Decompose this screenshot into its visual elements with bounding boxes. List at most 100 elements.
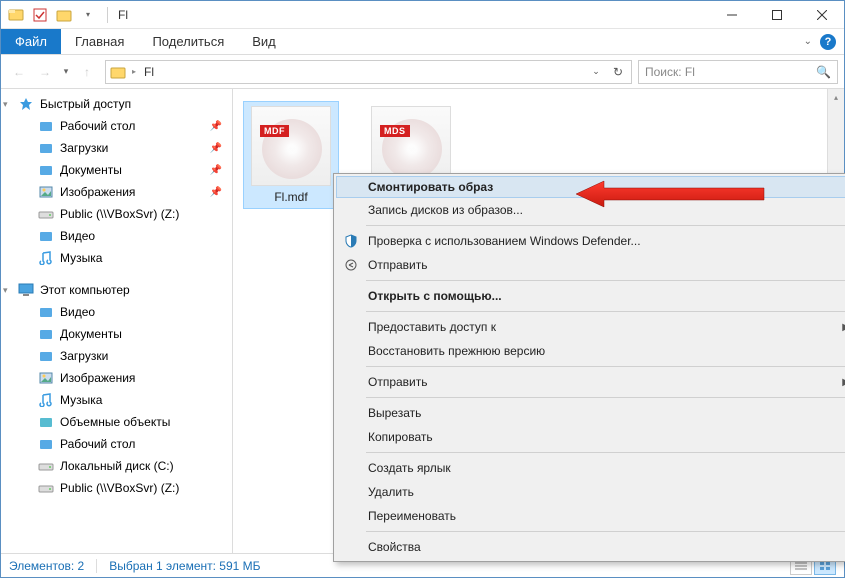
nav-forward-button[interactable]: →	[33, 60, 57, 84]
file-badge: MDS	[380, 125, 410, 137]
documents-icon	[37, 326, 55, 342]
search-placeholder: Поиск: Fl	[645, 65, 695, 79]
tree-item[interactable]: Локальный диск (C:)	[1, 455, 232, 477]
nav-up-button[interactable]: ↑	[75, 60, 99, 84]
context-menu: Смонтировать образЗапись дисков из образ…	[333, 173, 845, 562]
menu-separator	[366, 452, 845, 453]
tree-this-pc[interactable]: ▾ Этот компьютер	[1, 279, 232, 301]
address-bar[interactable]: ▸ Fl ⌄ ↻	[105, 60, 632, 84]
pc-icon	[17, 282, 35, 298]
netdrive-icon	[37, 480, 55, 496]
menu-item[interactable]: Удалить	[336, 480, 845, 504]
menu-separator	[366, 311, 845, 312]
tree-item[interactable]: Музыка	[1, 247, 232, 269]
tree-item[interactable]: Видео	[1, 225, 232, 247]
videos-icon	[37, 228, 55, 244]
qat-newfolder-icon[interactable]	[53, 4, 75, 26]
qat-properties-icon[interactable]	[29, 4, 51, 26]
tree-item[interactable]: Документы	[1, 323, 232, 345]
breadcrumb-separator[interactable]: ▸	[128, 67, 140, 76]
refresh-button[interactable]: ↻	[607, 61, 629, 83]
menu-item[interactable]: Запись дисков из образов...	[336, 198, 845, 222]
menu-item[interactable]: Отправить▶	[336, 370, 845, 394]
tree-item[interactable]: Изображения	[1, 367, 232, 389]
maximize-button[interactable]	[754, 1, 799, 29]
navigation-bar: ← → ▾ ↑ ▸ Fl ⌄ ↻ Поиск: Fl 🔍	[1, 55, 844, 89]
file-name-label: Fl.mdf	[248, 190, 334, 204]
menu-item[interactable]: Проверка с использованием Windows Defend…	[336, 229, 845, 253]
pin-icon: 📌	[210, 165, 222, 176]
share-icon	[342, 256, 360, 274]
ribbon-tabs: Файл Главная Поделиться Вид ⌄ ?	[1, 29, 844, 55]
downloads-icon	[37, 140, 55, 156]
menu-item[interactable]: Копировать	[336, 425, 845, 449]
ribbon-expand-icon[interactable]: ⌄	[804, 36, 812, 47]
quick-access-toolbar: ▾	[1, 4, 103, 26]
menu-item[interactable]: Предоставить доступ к▶	[336, 315, 845, 339]
status-item-count: Элементов: 2	[9, 559, 97, 573]
window-title: Fl	[112, 8, 128, 22]
desktop-icon	[37, 118, 55, 134]
menu-separator	[366, 366, 845, 367]
menu-item[interactable]: Создать ярлык	[336, 456, 845, 480]
minimize-button[interactable]	[709, 1, 754, 29]
status-selection: Выбран 1 элемент: 591 МБ	[109, 559, 272, 573]
titlebar: ▾ Fl	[1, 1, 844, 29]
address-folder-icon	[108, 63, 128, 81]
nav-history-dropdown[interactable]: ▾	[59, 60, 73, 84]
menu-item[interactable]: Свойства	[336, 535, 845, 559]
tree-item[interactable]: Рабочий стол	[1, 433, 232, 455]
tree-item[interactable]: Загрузки📌	[1, 137, 232, 159]
file-thumbnail: MDF	[251, 106, 331, 186]
music-icon	[37, 392, 55, 408]
tree-item[interactable]: Музыка	[1, 389, 232, 411]
tab-share[interactable]: Поделиться	[138, 29, 238, 54]
tree-item[interactable]: Public (\\VBoxSvr) (Z:)	[1, 477, 232, 499]
tab-view[interactable]: Вид	[238, 29, 290, 54]
menu-item[interactable]: Вырезать	[336, 401, 845, 425]
menu-separator	[366, 280, 845, 281]
pictures-icon	[37, 370, 55, 386]
menu-separator	[366, 225, 845, 226]
close-button[interactable]	[799, 1, 844, 29]
pictures-icon	[37, 184, 55, 200]
menu-item[interactable]: Отправить	[336, 253, 845, 277]
menu-item[interactable]: Переименовать	[336, 504, 845, 528]
address-dropdown-button[interactable]: ⌄	[585, 61, 607, 83]
menu-item[interactable]: Открыть с помощью...	[336, 284, 845, 308]
netdrive-icon	[37, 206, 55, 222]
menu-item[interactable]: Восстановить прежнюю версию	[336, 339, 845, 363]
nav-back-button[interactable]: ←	[7, 60, 31, 84]
tree-item[interactable]: Изображения📌	[1, 181, 232, 203]
window-controls	[709, 1, 844, 29]
search-icon: 🔍	[816, 65, 831, 79]
menu-separator	[366, 531, 845, 532]
shield-icon	[342, 232, 360, 250]
star-icon	[17, 96, 35, 112]
search-input[interactable]: Поиск: Fl 🔍	[638, 60, 838, 84]
music-icon	[37, 250, 55, 266]
tree-item[interactable]: Документы📌	[1, 159, 232, 181]
file-item[interactable]: MDF Fl.mdf	[243, 101, 339, 209]
drive-icon	[37, 458, 55, 474]
file-tab[interactable]: Файл	[1, 29, 61, 54]
menu-separator	[366, 397, 845, 398]
pin-icon: 📌	[210, 121, 222, 132]
menu-item[interactable]: Смонтировать образ	[336, 176, 845, 198]
tab-home[interactable]: Главная	[61, 29, 138, 54]
pin-icon: 📌	[210, 143, 222, 154]
breadcrumb-current[interactable]: Fl	[140, 65, 158, 79]
tree-item[interactable]: Объемные объекты	[1, 411, 232, 433]
help-icon[interactable]: ?	[820, 34, 836, 50]
documents-icon	[37, 162, 55, 178]
tree-item[interactable]: Public (\\VBoxSvr) (Z:)	[1, 203, 232, 225]
tree-item[interactable]: Рабочий стол📌	[1, 115, 232, 137]
tree-item[interactable]: Загрузки	[1, 345, 232, 367]
tree-item[interactable]: Видео	[1, 301, 232, 323]
navigation-tree[interactable]: ▾ Быстрый доступ Рабочий стол📌Загрузки📌Д…	[1, 89, 233, 553]
tree-quick-access[interactable]: ▾ Быстрый доступ	[1, 93, 232, 115]
file-badge: MDF	[260, 125, 289, 137]
scroll-up-button[interactable]: ▴	[828, 89, 844, 106]
qat-dropdown-icon[interactable]: ▾	[77, 4, 99, 26]
pin-icon: 📌	[210, 187, 222, 198]
